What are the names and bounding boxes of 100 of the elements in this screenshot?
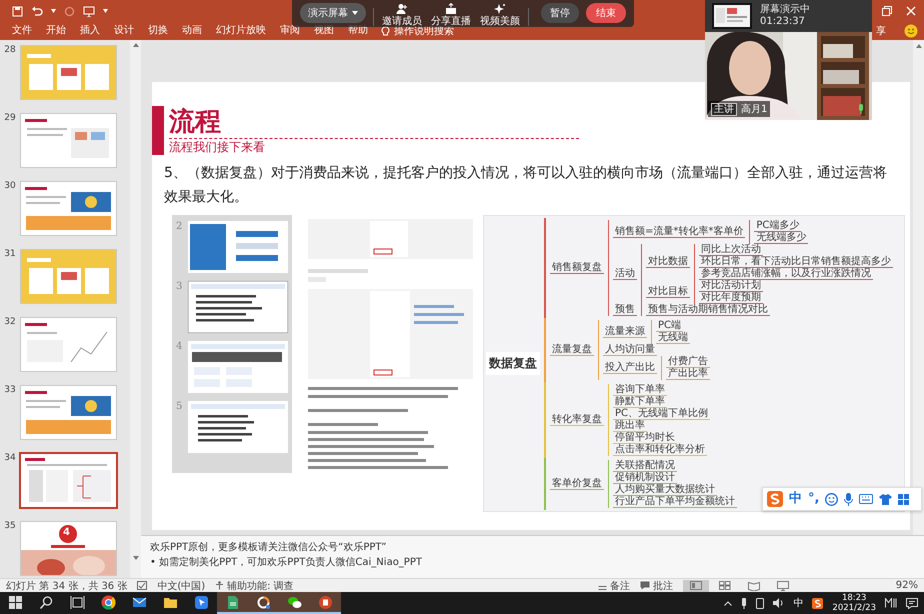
slide-thumbnail[interactable] xyxy=(20,45,117,100)
pause-button[interactable]: 暂停 xyxy=(541,3,579,23)
ribbon-tab[interactable]: 动画 xyxy=(175,24,209,38)
slide-position: 幻灯片 第 34 张，共 36 张 xyxy=(6,580,128,592)
speaker-icon[interactable] xyxy=(773,598,784,608)
slide-number: 32 xyxy=(3,317,17,328)
slide-thumbnail[interactable]: 4 xyxy=(20,521,117,576)
slide-thumbnail[interactable] xyxy=(20,249,117,304)
restore-icon[interactable] xyxy=(882,6,892,16)
mind-map-root: 数据复盘 xyxy=(486,352,540,375)
ribbon-tab[interactable]: 视图 xyxy=(307,24,341,38)
invite-button[interactable]: 邀请成员 xyxy=(381,3,423,27)
scroll-up-icon[interactable] xyxy=(916,44,922,48)
slide-thumbnail[interactable] xyxy=(19,452,118,509)
elapsed-time: 01:23:37 xyxy=(760,16,806,28)
chevron-up-icon[interactable] xyxy=(724,600,732,606)
clock-time[interactable]: 18:23 xyxy=(832,593,876,603)
zoom-level[interactable]: 92% xyxy=(896,580,918,591)
lightbulb-icon xyxy=(381,26,390,36)
ribbon-tab[interactable]: 审阅 xyxy=(273,24,307,38)
emoji-icon[interactable] xyxy=(825,492,838,506)
caret-icon[interactable] xyxy=(51,9,56,13)
slide-thumbnail[interactable] xyxy=(20,113,117,168)
ribbon-tab[interactable]: 切换 xyxy=(141,24,175,38)
pen-icon[interactable] xyxy=(741,598,748,608)
close-icon[interactable] xyxy=(906,6,916,16)
slide-number: 31 xyxy=(3,249,17,260)
scroll-up-icon[interactable] xyxy=(132,43,138,47)
save-icon[interactable] xyxy=(12,6,23,16)
ribbon-tab[interactable]: 设计 xyxy=(107,24,141,38)
mind-map-node: 促销机制设计 xyxy=(613,472,677,484)
chat-icon xyxy=(287,594,302,610)
tablet-icon[interactable] xyxy=(756,598,764,608)
search-icon xyxy=(39,594,54,610)
slide-number: 5 xyxy=(176,401,184,414)
mind-map-node: 活动 xyxy=(613,268,637,280)
mind-map-node: 对比数据 xyxy=(646,256,690,268)
ribbon-tab[interactable]: 帮助 xyxy=(341,24,375,38)
mind-map-node: 参考竞品店铺涨幅，以及行业涨跌情况 xyxy=(699,268,873,280)
end-button[interactable]: 结束 xyxy=(586,3,626,23)
taskbar-button[interactable] xyxy=(310,592,341,614)
mind-map-node: 预售 xyxy=(613,304,637,316)
caret-icon[interactable] xyxy=(103,9,108,13)
ribbon-tab[interactable]: 幻灯片放映 xyxy=(209,24,273,38)
shirt-icon[interactable] xyxy=(879,494,892,504)
mind-map-node: PC、无线端下单比例 xyxy=(613,408,710,420)
mind-map-node: 对比年度预期 xyxy=(699,292,763,304)
punctuation-toggle[interactable]: °, xyxy=(808,492,820,506)
grid-icon[interactable] xyxy=(898,494,910,504)
share-box-icon xyxy=(445,3,457,15)
mind-map-node: 对比活动计划 xyxy=(699,280,763,292)
mind-map-node: 投入产出比 xyxy=(603,362,657,374)
mind-map-node: 销售额=流量*转化率*客单价 xyxy=(613,226,746,238)
slide-number: 34 xyxy=(3,453,17,464)
ime-logo-icon[interactable] xyxy=(812,598,824,608)
slide-thumbnail[interactable] xyxy=(20,385,117,440)
share-button[interactable]: 享 xyxy=(876,24,886,38)
presenter-badge: 主讲 xyxy=(711,102,737,116)
smiley-icon[interactable] xyxy=(904,24,918,38)
ribbon-tab[interactable]: 文件 xyxy=(5,24,39,38)
sparkle-icon xyxy=(494,3,506,15)
app-icon[interactable] xyxy=(885,598,897,608)
accessibility-status[interactable]: 辅助功能: 调查 xyxy=(227,578,294,592)
notes-button[interactable]: 备注 xyxy=(598,578,630,592)
slideshow-icon[interactable] xyxy=(83,6,95,16)
slide-thumbnail[interactable] xyxy=(20,317,117,372)
slide-paragraph: 5、（数据复盘）对于消费品来说，提托客户的投入情况，将可以入驻的横向市场（流量端口）全部入驻，通过运营将效果最大化。 xyxy=(164,164,888,207)
presentation-icon xyxy=(318,594,333,610)
clock-date[interactable]: 2021/2/23 xyxy=(832,603,876,613)
presenter-name: 高月1 xyxy=(741,102,768,116)
mind-map-node: 无线端多少 xyxy=(754,232,808,244)
beauty-button[interactable]: 视频美颜 xyxy=(479,3,521,27)
source-dropdown[interactable]: 演示屏幕 xyxy=(300,3,366,23)
caret-icon xyxy=(352,11,358,15)
scroll-down-icon[interactable] xyxy=(132,556,138,560)
ribbon-tab[interactable]: 开始 xyxy=(39,24,73,38)
comments-button[interactable]: 批注 xyxy=(640,578,673,592)
ribbon-tab[interactable]: 插入 xyxy=(73,24,107,38)
live-button[interactable]: 分享直播 xyxy=(430,3,472,27)
slide-number: 29 xyxy=(3,113,17,124)
thumbnail-label: 4 xyxy=(63,527,70,539)
notes-text: 欢乐PPT原创，更多模板请关注微信公众号“欢乐PPT” xyxy=(150,540,388,555)
notification-icon[interactable] xyxy=(906,598,918,608)
normal-view-icon xyxy=(690,580,702,590)
slide-title: 流程 xyxy=(169,106,222,138)
input-language[interactable]: 中 xyxy=(793,596,804,610)
mind-map-node: 咨询下单率 xyxy=(613,384,667,396)
search-field[interactable]: 操作说明搜索 xyxy=(394,24,454,38)
slide-number: 2 xyxy=(176,221,184,234)
slide-thumbnail[interactable] xyxy=(20,181,117,236)
mind-map-node: 点击率和转化率分析 xyxy=(613,444,707,456)
sorter-view-icon xyxy=(718,580,731,590)
undo-icon[interactable] xyxy=(31,6,43,16)
mail-icon xyxy=(132,594,147,610)
mind-map-node: 对比目标 xyxy=(646,286,690,298)
arrow-app-icon xyxy=(194,594,209,610)
input-mode-toggle[interactable]: 中 xyxy=(789,492,802,506)
keyboard-icon[interactable] xyxy=(859,494,874,504)
view-button[interactable] xyxy=(682,580,709,592)
microphone-icon[interactable] xyxy=(844,492,854,506)
